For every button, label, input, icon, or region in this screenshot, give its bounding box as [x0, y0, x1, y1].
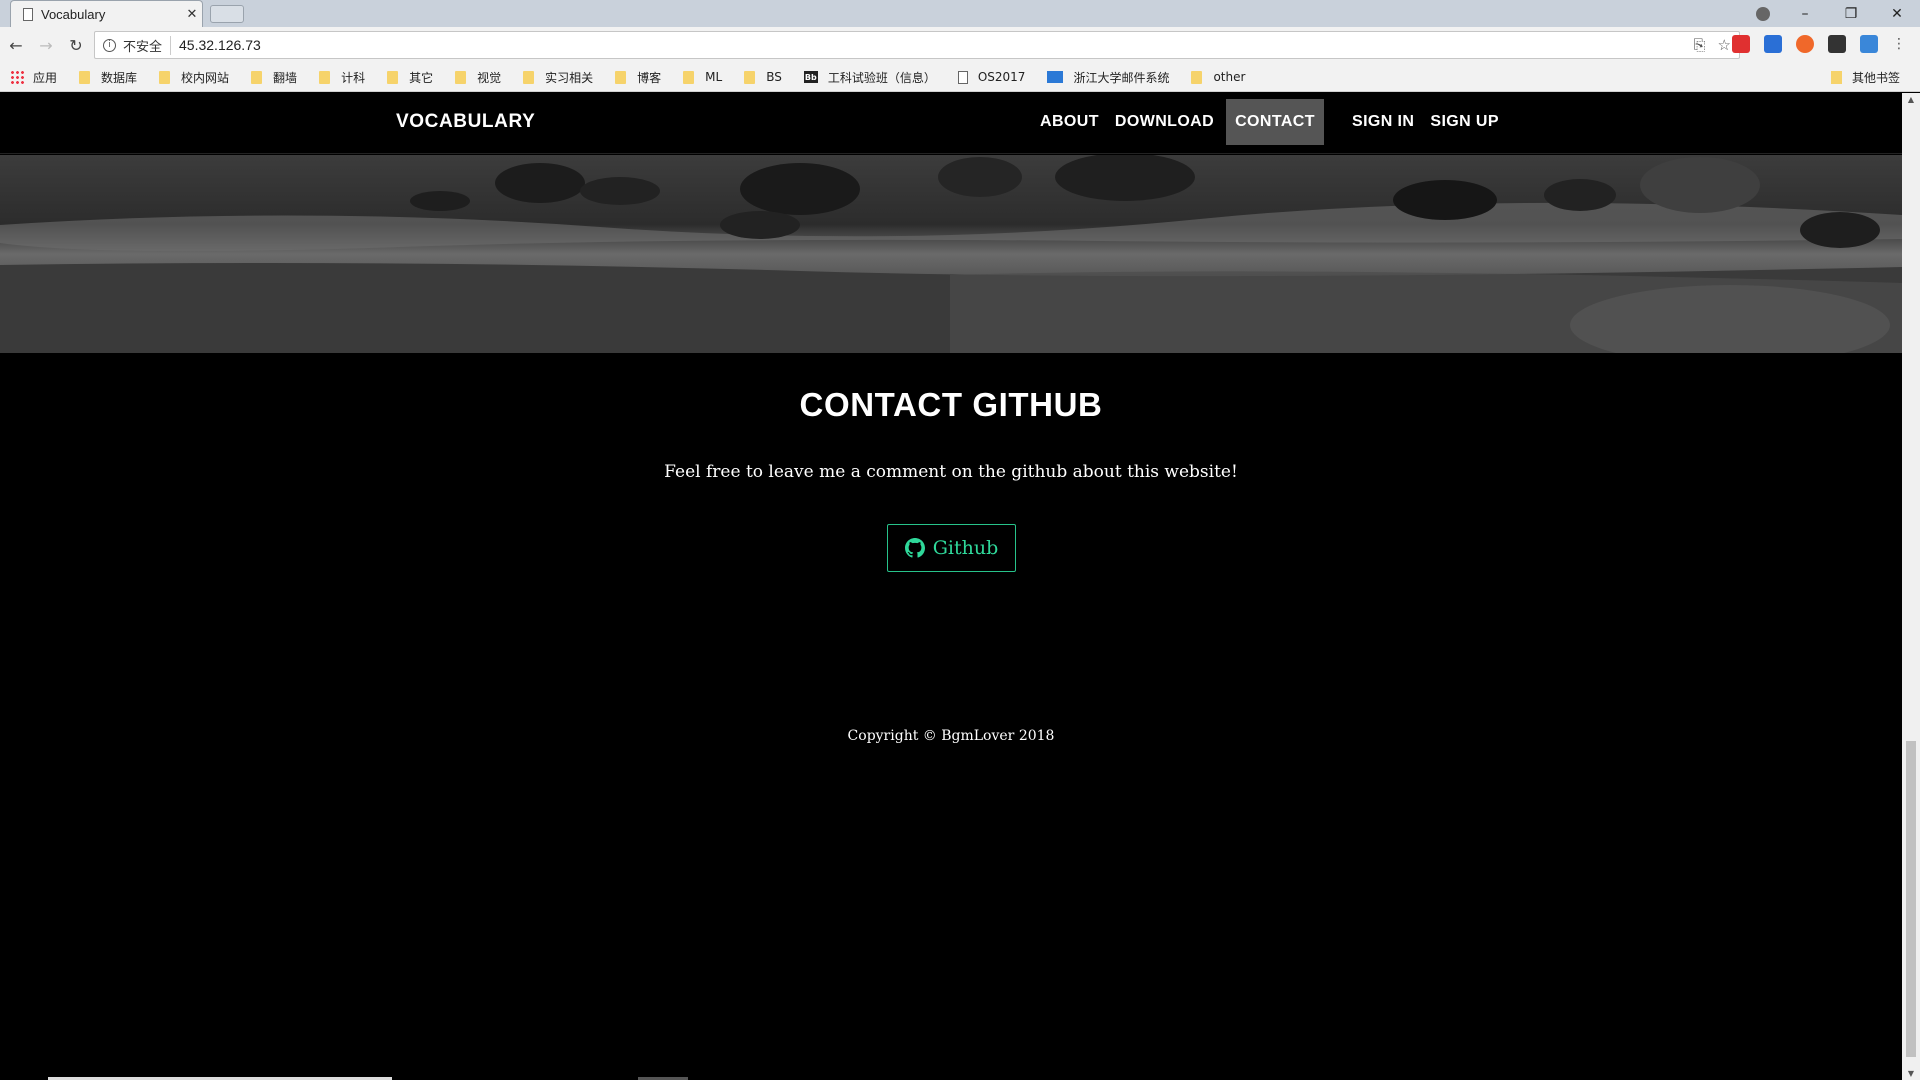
bookmark-link[interactable]: 浙江大学邮件系统: [1047, 69, 1169, 86]
bookmark-folder[interactable]: 实习相关: [523, 69, 593, 86]
github-icon: [904, 538, 925, 558]
scroll-down-arrow-icon[interactable]: ▼: [1902, 1069, 1920, 1078]
contact-description: Feel free to leave me a comment on the g…: [664, 462, 1238, 482]
bookmark-folder[interactable]: 其它: [387, 69, 433, 86]
browser-tab[interactable]: Vocabulary ✕: [10, 0, 203, 27]
copyright-text: Copyright © BgmLover 2018: [847, 728, 1055, 744]
nav-contact[interactable]: CONTACT: [1226, 99, 1324, 145]
folder-icon: [744, 70, 756, 84]
window-controls: – ❐ ✕: [1782, 0, 1920, 27]
site-navbar: VOCABULARY ABOUT DOWNLOAD CONTACT SIGN I…: [0, 93, 1902, 154]
extension-dark-icon[interactable]: [1828, 35, 1846, 53]
site-brand[interactable]: VOCABULARY: [396, 111, 535, 133]
bookmark-folder[interactable]: 计科: [319, 69, 365, 86]
browser-tabstrip: Vocabulary ✕ – ❐ ✕: [0, 0, 1920, 27]
extension-icons: [1732, 35, 1878, 53]
info-icon[interactable]: i: [103, 38, 116, 52]
folder-icon: [523, 70, 535, 84]
folder-icon: [159, 70, 171, 84]
extension-blue-icon[interactable]: [1764, 35, 1782, 53]
bookmark-folder[interactable]: 数据库: [79, 69, 137, 86]
bookmark-folder[interactable]: 校内网站: [159, 69, 229, 86]
bookmark-link[interactable]: OS2017: [957, 70, 1025, 84]
nav-sign-up[interactable]: SIGN UP: [1422, 99, 1507, 145]
reload-icon[interactable]: ↻: [62, 36, 90, 55]
folder-icon: [1191, 70, 1203, 84]
restore-button[interactable]: ❐: [1828, 6, 1874, 22]
folder-icon: [1830, 71, 1842, 84]
folder-icon: [683, 70, 695, 84]
nav-download[interactable]: DOWNLOAD: [1107, 99, 1222, 145]
folder-icon: [79, 70, 91, 84]
page-viewport: VOCABULARY ABOUT DOWNLOAD CONTACT SIGN I…: [0, 93, 1902, 1080]
nav-links: ABOUT DOWNLOAD CONTACT: [1032, 99, 1324, 145]
tab-title: Vocabulary: [41, 6, 106, 22]
nav-auth: SIGN IN SIGN UP: [1344, 99, 1507, 145]
extension-orange-icon[interactable]: [1796, 35, 1814, 53]
folder-icon: [615, 70, 627, 84]
browser-menu-icon[interactable]: ⋮: [1892, 36, 1906, 52]
bookmark-folder[interactable]: BS: [744, 70, 782, 84]
bookmark-folder[interactable]: ML: [683, 70, 722, 84]
beach-photo: [0, 155, 1902, 353]
mail-icon: [1047, 71, 1064, 83]
folder-icon: [387, 70, 399, 84]
back-arrow-icon[interactable]: ←: [2, 36, 30, 55]
minimize-button[interactable]: –: [1782, 6, 1828, 22]
github-button[interactable]: Github: [887, 524, 1016, 572]
tab-close-icon[interactable]: ✕: [182, 7, 202, 22]
folder-icon: [455, 70, 467, 84]
page-icon: [957, 70, 968, 84]
url-text[interactable]: 45.32.126.73: [179, 37, 261, 53]
folder-icon: [251, 70, 263, 84]
bookmark-folder[interactable]: other: [1191, 70, 1245, 84]
extension-sync-icon[interactable]: [1860, 35, 1878, 53]
bookmark-folder[interactable]: 博客: [615, 69, 661, 86]
extension-red-icon[interactable]: [1732, 35, 1750, 53]
hero-beach-image: [0, 155, 1902, 353]
scroll-thumb[interactable]: [1906, 741, 1916, 1057]
bookmark-link[interactable]: Bb 工科试验班（信息）: [803, 69, 936, 86]
browser-toolbar: ← → ↻ i 不安全 45.32.126.73 ⎘ ☆ ⋮: [0, 27, 1920, 63]
page-icon: [23, 7, 33, 21]
contact-title: CONTACT GITHUB: [799, 386, 1103, 423]
bookmark-folder[interactable]: 翻墙: [251, 69, 297, 86]
insecure-label[interactable]: 不安全: [123, 35, 172, 55]
star-icon[interactable]: ☆: [1718, 36, 1731, 54]
nav-sign-in[interactable]: SIGN IN: [1344, 99, 1422, 145]
bookmark-folder[interactable]: 视觉: [455, 69, 501, 86]
address-bar[interactable]: i 不安全 45.32.126.73 ⎘ ☆: [94, 31, 1740, 59]
profile-icon[interactable]: [1756, 7, 1770, 21]
bb-icon: Bb: [803, 71, 818, 83]
close-window-button[interactable]: ✕: [1874, 6, 1920, 22]
forward-arrow-icon[interactable]: →: [32, 36, 60, 55]
scroll-up-arrow-icon[interactable]: ▲: [1902, 95, 1920, 104]
github-button-label: Github: [932, 537, 999, 559]
new-tab-button[interactable]: [210, 5, 244, 23]
apps-icon: [10, 70, 24, 84]
nav-about[interactable]: ABOUT: [1032, 99, 1107, 145]
bookmarks-bar: 应用 数据库 校内网站 翻墙 计科 其它 视觉 实习相关 博客 ML BS Bb…: [0, 63, 1920, 92]
translate-icon[interactable]: ⎘: [1694, 36, 1706, 54]
bookmark-apps[interactable]: 应用: [10, 69, 57, 86]
other-bookmarks[interactable]: 其他书签: [1830, 63, 1900, 92]
vertical-scrollbar[interactable]: ▲ ▼: [1902, 93, 1920, 1080]
folder-icon: [319, 70, 331, 84]
